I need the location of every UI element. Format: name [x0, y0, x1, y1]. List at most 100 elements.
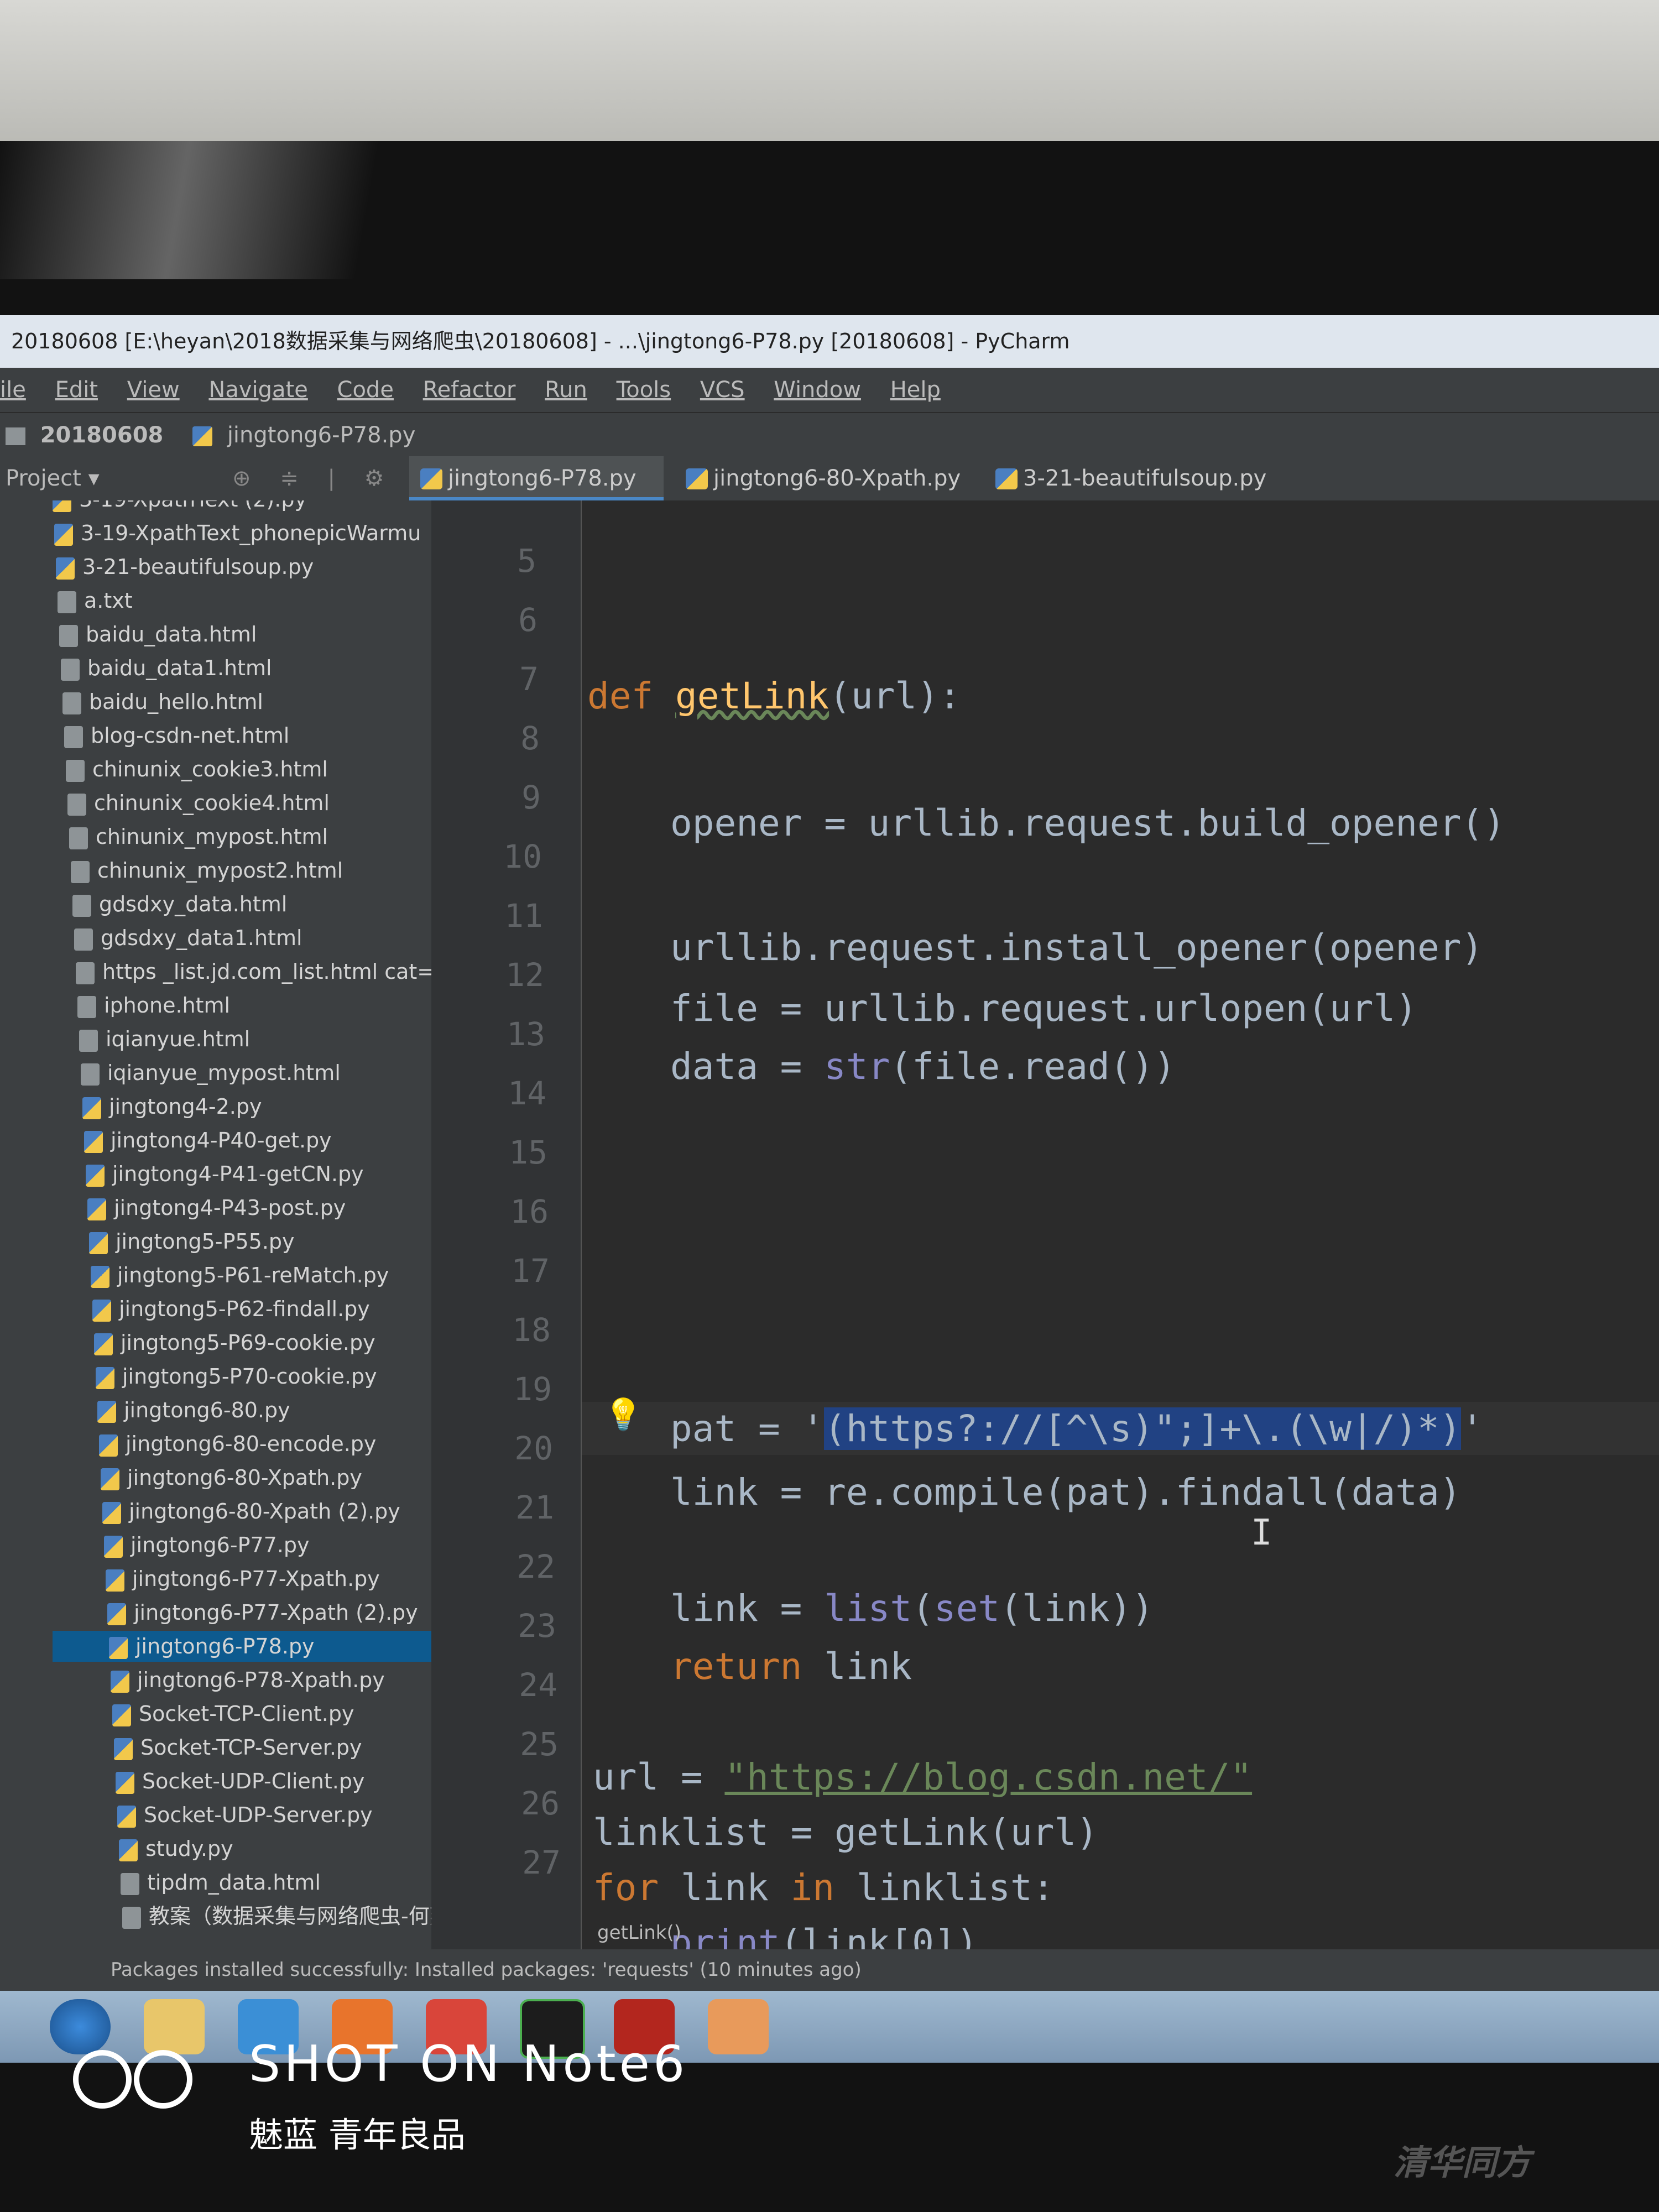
tree-item[interactable]: Socket-TCP-Server.py [114, 1732, 362, 1763]
folder-icon [6, 427, 25, 445]
menu-window[interactable]: Window [774, 377, 861, 403]
tree-item[interactable]: jingtong4-P40-get.py [84, 1125, 332, 1156]
tree-item[interactable]: jingtong6-P78-Xpath.py [111, 1665, 385, 1695]
tree-item[interactable]: study.py [119, 1833, 233, 1864]
tree-item[interactable]: https _list.jd.com_list.html cat=99 [76, 956, 431, 987]
menu-run[interactable]: Run [545, 377, 587, 403]
code-line-10[interactable]: urllib.request.install_opener(opener) [670, 926, 1483, 969]
tree-item-label: jingtong5-P62-findall.py [119, 1297, 370, 1321]
code-line-15[interactable]: link = re.compile(pat).findall(data) [670, 1471, 1461, 1514]
tree-item[interactable]: tipdm_data.html [121, 1867, 321, 1898]
code-line-21[interactable]: linklist = getLink(url) [593, 1811, 1098, 1854]
tree-item[interactable]: jingtong5-P70-cookie.py [96, 1361, 377, 1392]
tree-item-label: iphone.html [104, 993, 231, 1018]
tree-item[interactable]: baidu_hello.html [62, 686, 263, 717]
tree-item[interactable]: baidu_data.html [59, 619, 257, 650]
code-line-8[interactable]: opener = urllib.request.build_opener() [670, 802, 1505, 844]
line-number: 12 [505, 956, 544, 994]
code-line-11[interactable]: file = urllib.request.urlopen(url) [670, 987, 1417, 1030]
menu-file[interactable]: ile [0, 377, 26, 403]
menu-vcs[interactable]: VCS [700, 377, 745, 403]
tree-item[interactable]: jingtong5-P69-cookie.py [94, 1327, 375, 1358]
tree-item[interactable]: gdsdxy_data1.html [74, 922, 302, 953]
nav-project[interactable]: 20180608 [40, 422, 164, 448]
tree-item[interactable]: jingtong6-80-encode.py [99, 1428, 376, 1459]
menu-code[interactable]: Code [337, 377, 394, 403]
tree-item[interactable]: chinunix_cookie3.html [66, 754, 328, 785]
line-number: 8 [520, 719, 540, 757]
tree-item[interactable]: jingtong6-P77.py [104, 1530, 310, 1561]
tree-item[interactable]: blog-csdn-net.html [64, 720, 289, 751]
tab-label: jingtong6-P78.py [448, 466, 637, 491]
menu-help[interactable]: Help [890, 377, 941, 403]
code-line-18[interactable]: return link [670, 1645, 912, 1688]
tree-item-label: a.txt [84, 588, 133, 613]
tree-item[interactable]: 3-21-beautifulsoup.py [56, 551, 314, 582]
menu-refactor[interactable]: Refactor [423, 377, 516, 403]
tree-item[interactable]: jingtong4-P41-getCN.py [86, 1159, 364, 1190]
tree-item[interactable]: jingtong4-P43-post.py [87, 1192, 346, 1223]
tree-item[interactable]: jingtong6-P77-Xpath.py [106, 1563, 380, 1594]
tree-item[interactable]: jingtong6-80-Xpath (2).py [102, 1496, 400, 1527]
nav-file[interactable]: jingtong6-P78.py [227, 422, 416, 448]
tree-item[interactable]: jingtong5-P62-findall.py [92, 1293, 370, 1324]
string-literal: "https://blog.csdn.net/" [724, 1756, 1253, 1798]
code-line-20[interactable]: url = "https://blog.csdn.net/" [593, 1756, 1252, 1798]
python-file-icon [86, 1164, 105, 1187]
python-file-icon [995, 468, 1018, 489]
tree-item[interactable]: iqianyue.html [79, 1024, 250, 1055]
code-line-6[interactable]: def getLink(url): [587, 675, 961, 717]
tree-item-label: jingtong6-80.py [124, 1398, 290, 1422]
lightbulb-icon[interactable]: 💡 [604, 1396, 643, 1433]
code-line-22[interactable]: for link in linklist: [593, 1866, 1054, 1909]
tree-item[interactable]: 教案（数据采集与网络爬虫-何燕）. [122, 1901, 431, 1932]
file-icon [79, 1029, 98, 1052]
tree-item[interactable]: 3-19-XpathText_phonepicWarmu [54, 518, 421, 549]
tree-item-label: jingtong4-P43-post.py [114, 1196, 346, 1220]
tree-item[interactable]: a.txt [58, 585, 133, 616]
code-editor[interactable]: def getLink(url): opener = urllib.reques… [582, 500, 1659, 1964]
tab-jingtong6-p78[interactable]: jingtong6-P78.py × [409, 456, 664, 534]
screen-glare [0, 141, 608, 279]
menu-edit[interactable]: Edit [55, 377, 98, 403]
menu-tools[interactable]: Tools [617, 377, 671, 403]
tree-item[interactable]: gdsdxy_data.html [72, 889, 287, 920]
menu-view[interactable]: View [127, 377, 180, 403]
file-icon [74, 928, 93, 951]
tree-item[interactable]: jingtong6-80.py [97, 1395, 290, 1426]
tree-item[interactable]: chinunix_mypost.html [69, 821, 328, 852]
tree-item[interactable]: iqianyue_mypost.html [81, 1057, 341, 1088]
tree-item[interactable]: jingtong5-P61-reMatch.py [91, 1260, 389, 1291]
code-line-12[interactable]: data = str(file.read()) [670, 1045, 1176, 1088]
code-line-14[interactable]: pat = '(https?://[^\s)";]+\.(\w|/)*)' [670, 1407, 1483, 1450]
tree-item-label: jingtong5-P61-reMatch.py [117, 1263, 389, 1287]
menu-navigate[interactable]: Navigate [208, 377, 307, 403]
tree-item[interactable]: Socket-UDP-Client.py [116, 1766, 364, 1797]
tree-item[interactable]: jingtong6-P78.py [109, 1631, 315, 1662]
tree-item[interactable]: iphone.html [77, 990, 230, 1021]
tree-item[interactable]: Socket-UDP-Server.py [117, 1799, 373, 1830]
tree-item-label: jingtong6-P78.py [135, 1634, 315, 1658]
tree-item[interactable]: Socket-TCP-Client.py [112, 1698, 354, 1729]
tree-item-label: study.py [145, 1837, 233, 1861]
tab-jingtong6-80-xpath[interactable]: jingtong6-80-Xpath.py × [675, 456, 973, 534]
code-line-17[interactable]: link = list(set(link)) [670, 1587, 1154, 1630]
powerpoint-icon[interactable] [708, 1999, 769, 2054]
python-file-icon [420, 468, 442, 489]
python-file-icon [106, 1569, 124, 1592]
line-number: 27 [522, 1844, 561, 1881]
tree-item[interactable]: jingtong4-2.py [82, 1091, 262, 1122]
tree-item[interactable]: chinunix_mypost2.html [71, 855, 343, 886]
project-view-dropdown[interactable]: Project ▾ [6, 456, 100, 500]
tree-item[interactable]: baidu_data1.html [61, 653, 272, 684]
tree-item-label: jingtong6-80-Xpath.py [127, 1465, 362, 1490]
file-icon [81, 1063, 100, 1086]
code-breadcrumb[interactable]: getLink() [597, 1922, 681, 1944]
tab-beautifulsoup[interactable]: 3-21-beautifulsoup.py × [984, 456, 1294, 534]
tree-item[interactable]: jingtong5-P55.py [89, 1226, 295, 1257]
tree-item[interactable]: jingtong6-P77-Xpath (2).py [107, 1597, 418, 1628]
selected-regex[interactable]: (https?://[^\s)";]+\.(\w|/)*) [824, 1407, 1462, 1450]
tree-item[interactable]: chinunix_cookie4.html [67, 787, 330, 818]
tree-item[interactable]: 3-19-XpathText (2).py [53, 500, 307, 515]
tree-item[interactable]: jingtong6-80-Xpath.py [101, 1462, 362, 1493]
